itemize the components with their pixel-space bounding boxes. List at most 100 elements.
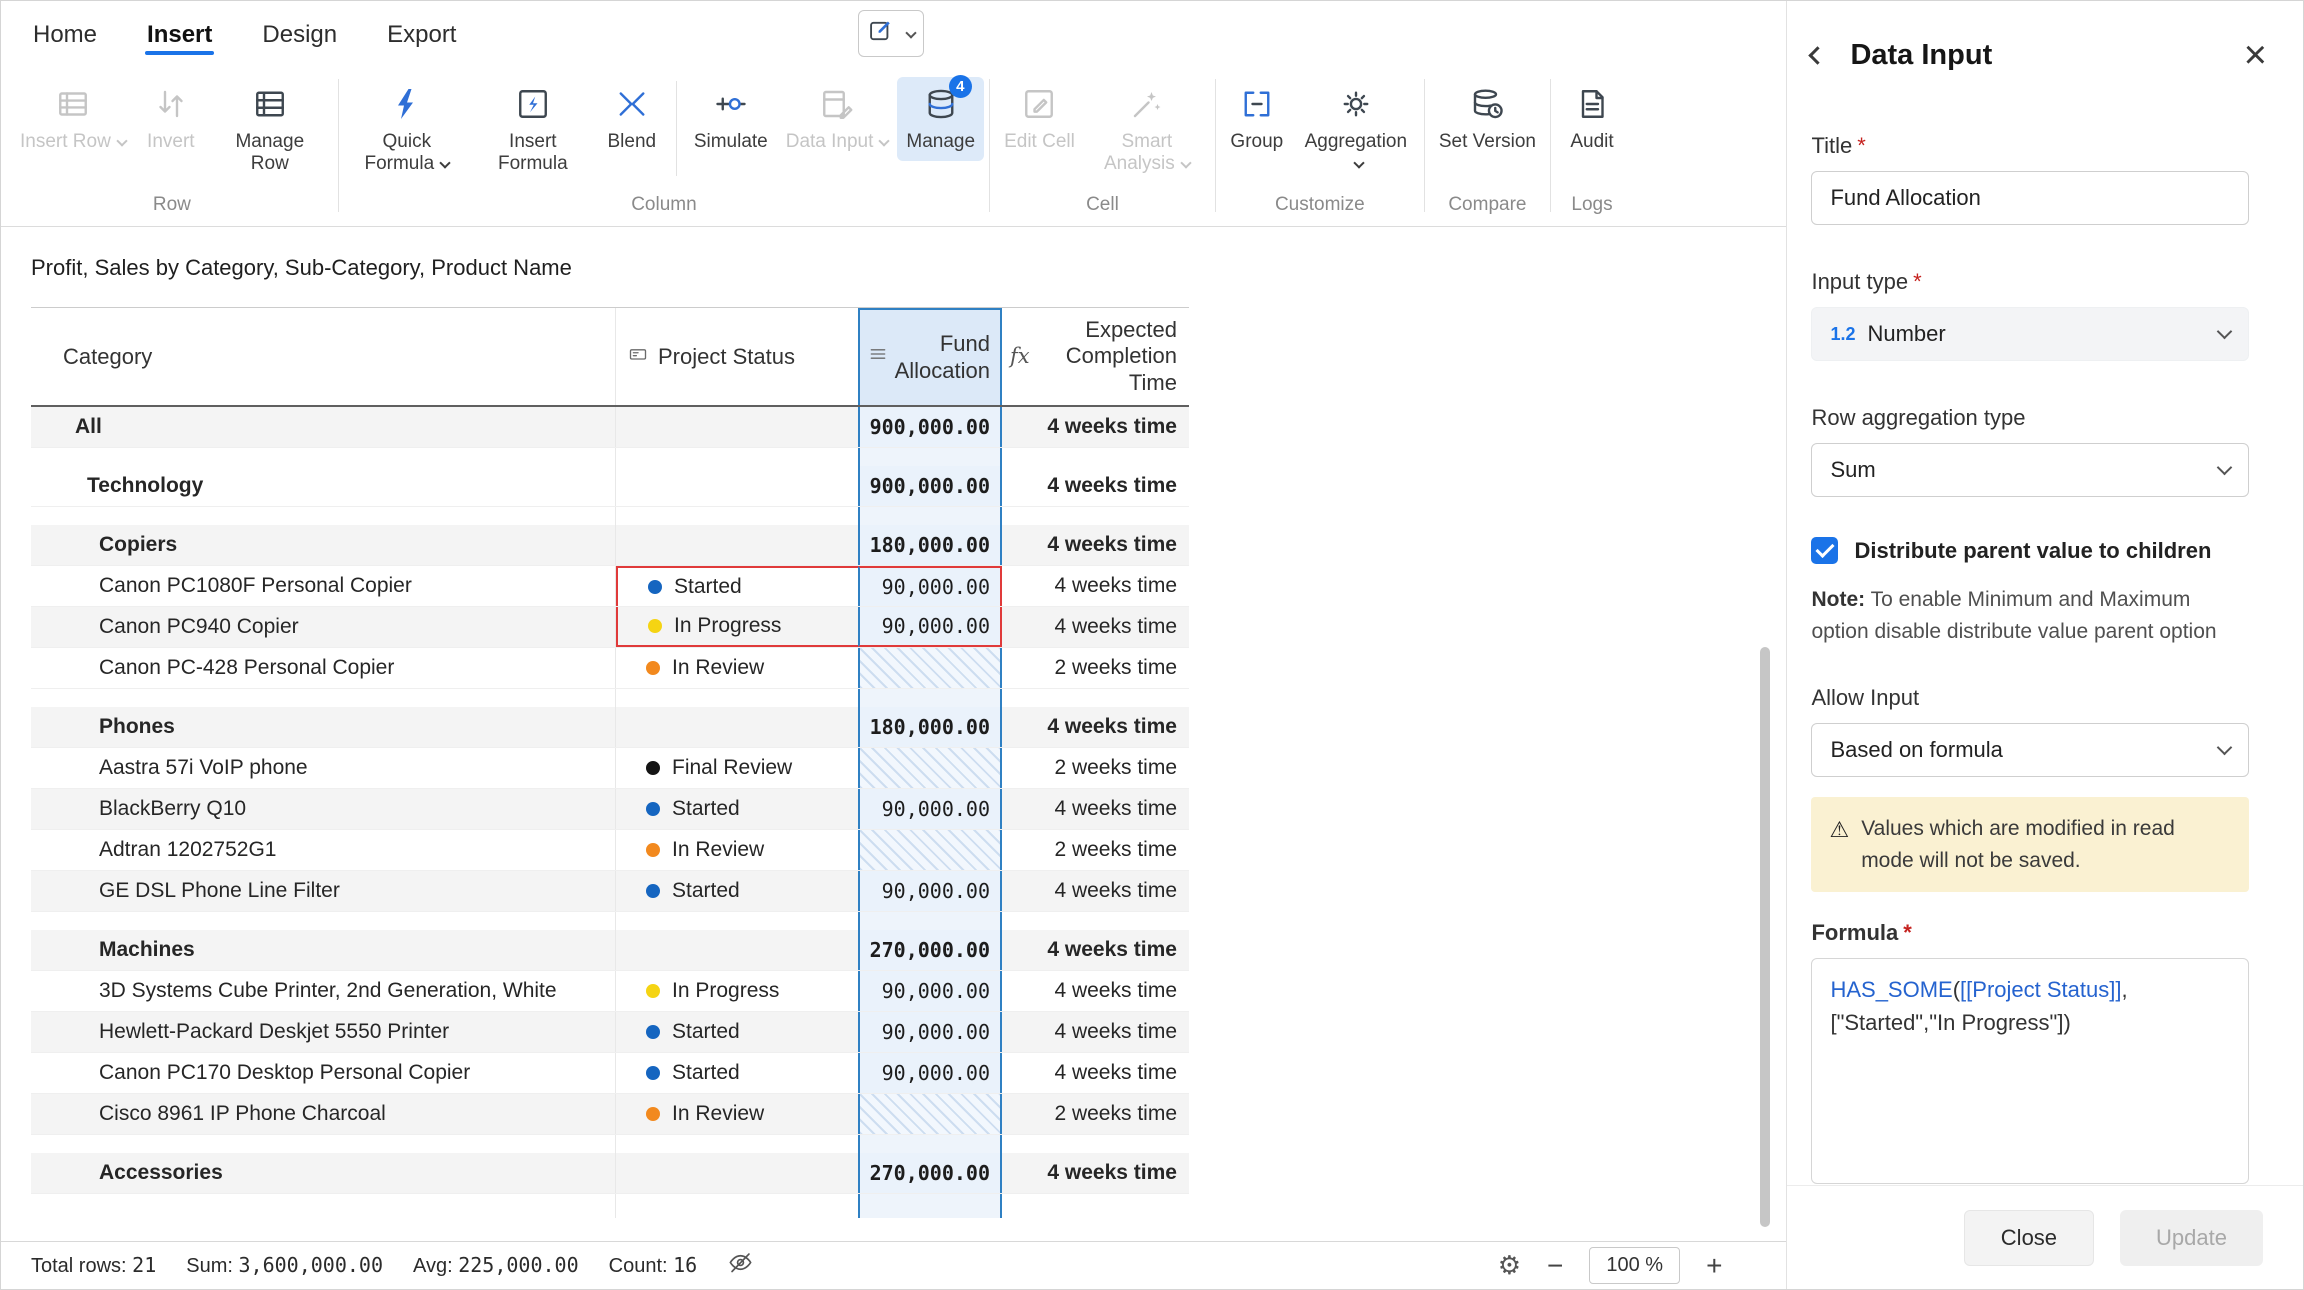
completion-time-cell[interactable]: 4 weeks time <box>1002 407 1189 447</box>
completion-time-cell[interactable]: 4 weeks time <box>1002 707 1189 747</box>
completion-time-cell[interactable]: 2 weeks time <box>1002 830 1189 870</box>
status-cell[interactable]: Started <box>616 789 858 829</box>
title-input[interactable] <box>1811 171 2249 225</box>
category-cell[interactable]: Copiers <box>31 525 616 565</box>
completion-time-cell[interactable]: 4 weeks time <box>1002 1053 1189 1093</box>
fund-allocation-cell[interactable]: 180,000.00 <box>858 707 1002 747</box>
table-row-canon-pc170-desktop-personal-copier[interactable]: Canon PC170 Desktop Personal CopierStart… <box>31 1053 1189 1094</box>
category-cell[interactable]: Accessories <box>31 1153 616 1193</box>
category-cell[interactable]: Cisco 8961 IP Phone Charcoal <box>31 1094 616 1134</box>
table-row-technology[interactable]: Technology900,000.004 weeks time <box>31 466 1189 507</box>
completion-time-cell[interactable]: 4 weeks time <box>1002 1012 1189 1052</box>
formula-editor[interactable]: HAS_SOME([[Project Status]],["Started","… <box>1811 958 2249 1184</box>
status-cell[interactable] <box>616 466 858 506</box>
fund-allocation-cell[interactable]: 180,000.00 <box>858 525 1002 565</box>
category-cell[interactable]: Canon PC940 Copier <box>31 607 616 647</box>
fund-allocation-cell[interactable]: 90,000.00 <box>858 1053 1002 1093</box>
fund-allocation-cell[interactable]: 90,000.00 <box>858 971 1002 1011</box>
fund-allocation-cell[interactable]: 90,000.00 <box>858 1012 1002 1052</box>
status-cell[interactable]: Started <box>616 1053 858 1093</box>
table-row-machines[interactable]: Machines270,000.004 weeks time <box>31 930 1189 971</box>
category-cell[interactable]: Technology <box>31 466 616 506</box>
status-cell[interactable]: In Progress <box>616 607 858 647</box>
table-row-phones[interactable]: Phones180,000.004 weeks time <box>31 707 1189 748</box>
fund-allocation-cell[interactable] <box>858 748 1002 788</box>
table-row-canon-pc940-copier[interactable]: Canon PC940 CopierIn Progress90,000.004 … <box>31 607 1189 648</box>
fund-allocation-cell[interactable]: 270,000.00 <box>858 930 1002 970</box>
ribbon-button-audit[interactable]: Audit <box>1556 77 1628 161</box>
category-cell[interactable]: Canon PC1080F Personal Copier <box>31 566 616 606</box>
ribbon-button-group[interactable]: Group <box>1221 77 1293 161</box>
status-cell[interactable]: Started <box>616 566 858 606</box>
ribbon-button-quick-formula[interactable]: Quick Formula <box>344 77 470 184</box>
table-row-adtran-1202752g1[interactable]: Adtran 1202752G1In Review2 weeks time <box>31 830 1189 871</box>
zoom-out-button[interactable]: − <box>1547 1252 1563 1280</box>
ribbon-button-manage[interactable]: 4Manage <box>897 77 984 161</box>
status-cell[interactable] <box>616 930 858 970</box>
table-row-copiers[interactable]: Copiers 180,000.004 weeks time <box>31 525 1189 566</box>
fund-allocation-cell[interactable]: 900,000.00 <box>858 407 1002 447</box>
category-cell[interactable]: All <box>31 407 616 447</box>
status-cell[interactable]: In Review <box>616 648 858 688</box>
table-row-accessories[interactable]: Accessories 270,000.004 weeks time <box>31 1153 1189 1194</box>
column-header-fund-allocation[interactable]: Fund Allocation <box>858 308 1002 405</box>
completion-time-cell[interactable]: 2 weeks time <box>1002 748 1189 788</box>
completion-time-cell[interactable]: 4 weeks time <box>1002 525 1189 565</box>
ribbon-button-simulate[interactable]: Simulate <box>685 77 777 161</box>
status-cell[interactable]: In Progress <box>616 971 858 1011</box>
completion-time-cell[interactable]: 4 weeks time <box>1002 607 1189 647</box>
table-row-blackberry-q10[interactable]: BlackBerry Q10Started90,000.004 weeks ti… <box>31 789 1189 830</box>
fund-allocation-cell[interactable]: 900,000.00 <box>858 466 1002 506</box>
fund-allocation-cell[interactable] <box>858 1094 1002 1134</box>
status-cell[interactable]: Started <box>616 1012 858 1052</box>
completion-time-cell[interactable]: 2 weeks time <box>1002 1094 1189 1134</box>
status-cell[interactable] <box>616 707 858 747</box>
category-cell[interactable]: Canon PC170 Desktop Personal Copier <box>31 1053 616 1093</box>
vertical-scrollbar[interactable] <box>1760 647 1770 1227</box>
ribbon-button-blend[interactable]: Blend <box>596 77 668 161</box>
status-cell[interactable] <box>616 407 858 447</box>
table-row-canon-pc-428-personal-copier[interactable]: Canon PC-428 Personal CopierIn Review 2 w… <box>31 648 1189 689</box>
status-cell[interactable] <box>616 525 858 565</box>
category-cell[interactable]: Hewlett-Packard Deskjet 5550 Printer <box>31 1012 616 1052</box>
completion-time-cell[interactable]: 4 weeks time <box>1002 871 1189 911</box>
status-cell[interactable]: Started <box>616 871 858 911</box>
ribbon-button-set-version[interactable]: Set Version <box>1430 77 1545 161</box>
category-cell[interactable]: Adtran 1202752G1 <box>31 830 616 870</box>
completion-time-cell[interactable]: 4 weeks time <box>1002 971 1189 1011</box>
input-type-select[interactable]: 1.2 Number <box>1811 307 2249 361</box>
ribbon-button-manage-row[interactable]: Manage Row <box>207 77 333 184</box>
column-header-expected-completion-time[interactable]: fx Expected Completion Time <box>1002 308 1189 405</box>
table-row-all[interactable]: All 900,000.004 weeks time <box>31 407 1189 448</box>
table-row-ge-dsl-phone-line-filter[interactable]: GE DSL Phone Line FilterStarted90,000.00… <box>31 871 1189 912</box>
status-cell[interactable]: In Review <box>616 1094 858 1134</box>
fund-allocation-cell[interactable]: 90,000.00 <box>858 789 1002 829</box>
tab-design[interactable]: Design <box>260 7 339 59</box>
table-row-hewlett-packard-deskjet-5550-printer[interactable]: Hewlett-Packard Deskjet 5550 PrinterStar… <box>31 1012 1189 1053</box>
category-cell[interactable]: 3D Systems Cube Printer, 2nd Generation,… <box>31 971 616 1011</box>
update-button[interactable]: Update <box>2120 1210 2263 1266</box>
category-cell[interactable]: BlackBerry Q10 <box>31 789 616 829</box>
fund-allocation-cell[interactable] <box>858 830 1002 870</box>
status-cell[interactable] <box>616 1153 858 1193</box>
close-icon[interactable]: × <box>2244 35 2267 75</box>
tab-home[interactable]: Home <box>31 7 99 59</box>
fund-allocation-cell[interactable]: 270,000.00 <box>858 1153 1002 1193</box>
category-cell[interactable]: Canon PC-428 Personal Copier <box>31 648 616 688</box>
distribute-checkbox[interactable] <box>1811 537 1838 564</box>
completion-time-cell[interactable]: 2 weeks time <box>1002 648 1189 688</box>
completion-time-cell[interactable]: 4 weeks time <box>1002 1153 1189 1193</box>
fund-allocation-cell[interactable]: 90,000.00 <box>858 871 1002 911</box>
close-button[interactable]: Close <box>1964 1210 2094 1266</box>
column-header-project-status[interactable]: Project Status <box>616 308 858 405</box>
hide-stats-icon[interactable] <box>727 1249 754 1282</box>
category-cell[interactable]: Machines <box>31 930 616 970</box>
fund-allocation-cell[interactable]: 90,000.00 <box>858 607 1002 647</box>
status-cell[interactable]: Final Review <box>616 748 858 788</box>
fund-allocation-cell[interactable] <box>858 648 1002 688</box>
table-row-aastra-57i-voip-phone[interactable]: Aastra 57i VoIP phoneFinal Review 2 weeks… <box>31 748 1189 789</box>
ribbon-button-insert-formula[interactable]: Insert Formula <box>470 77 596 184</box>
tab-export[interactable]: Export <box>385 7 458 59</box>
category-cell[interactable]: Aastra 57i VoIP phone <box>31 748 616 788</box>
zoom-level[interactable]: 100 % <box>1589 1247 1680 1284</box>
